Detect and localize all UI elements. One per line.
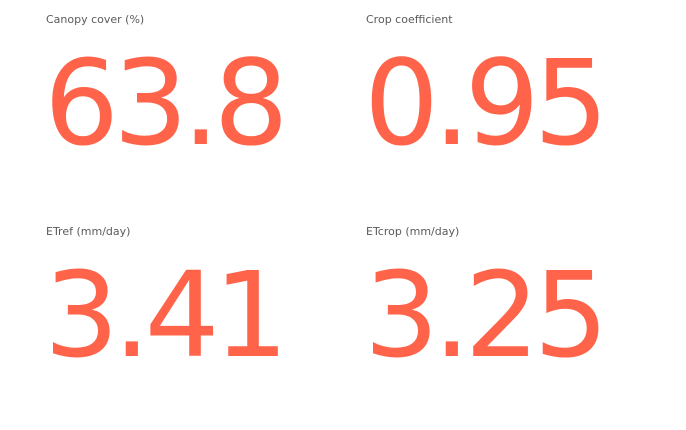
kpi-value: 0.95 — [364, 34, 609, 172]
kpi-card-etcrop: ETcrop (mm/day) 3.25 — [364, 225, 686, 430]
kpi-card-crop-coefficient: Crop coefficient 0.95 — [364, 13, 686, 218]
kpi-label: ETref (mm/day) — [46, 225, 131, 238]
kpi-label: ETcrop (mm/day) — [366, 225, 460, 238]
kpi-value: 63.8 — [44, 34, 289, 172]
kpi-value: 3.41 — [44, 246, 289, 384]
kpi-label: Canopy cover (%) — [46, 13, 145, 26]
kpi-card-etref: ETref (mm/day) 3.41 — [44, 225, 366, 430]
kpi-label: Crop coefficient — [366, 13, 453, 26]
kpi-value: 3.25 — [364, 246, 609, 384]
kpi-card-canopy-cover: Canopy cover (%) 63.8 — [44, 13, 366, 218]
